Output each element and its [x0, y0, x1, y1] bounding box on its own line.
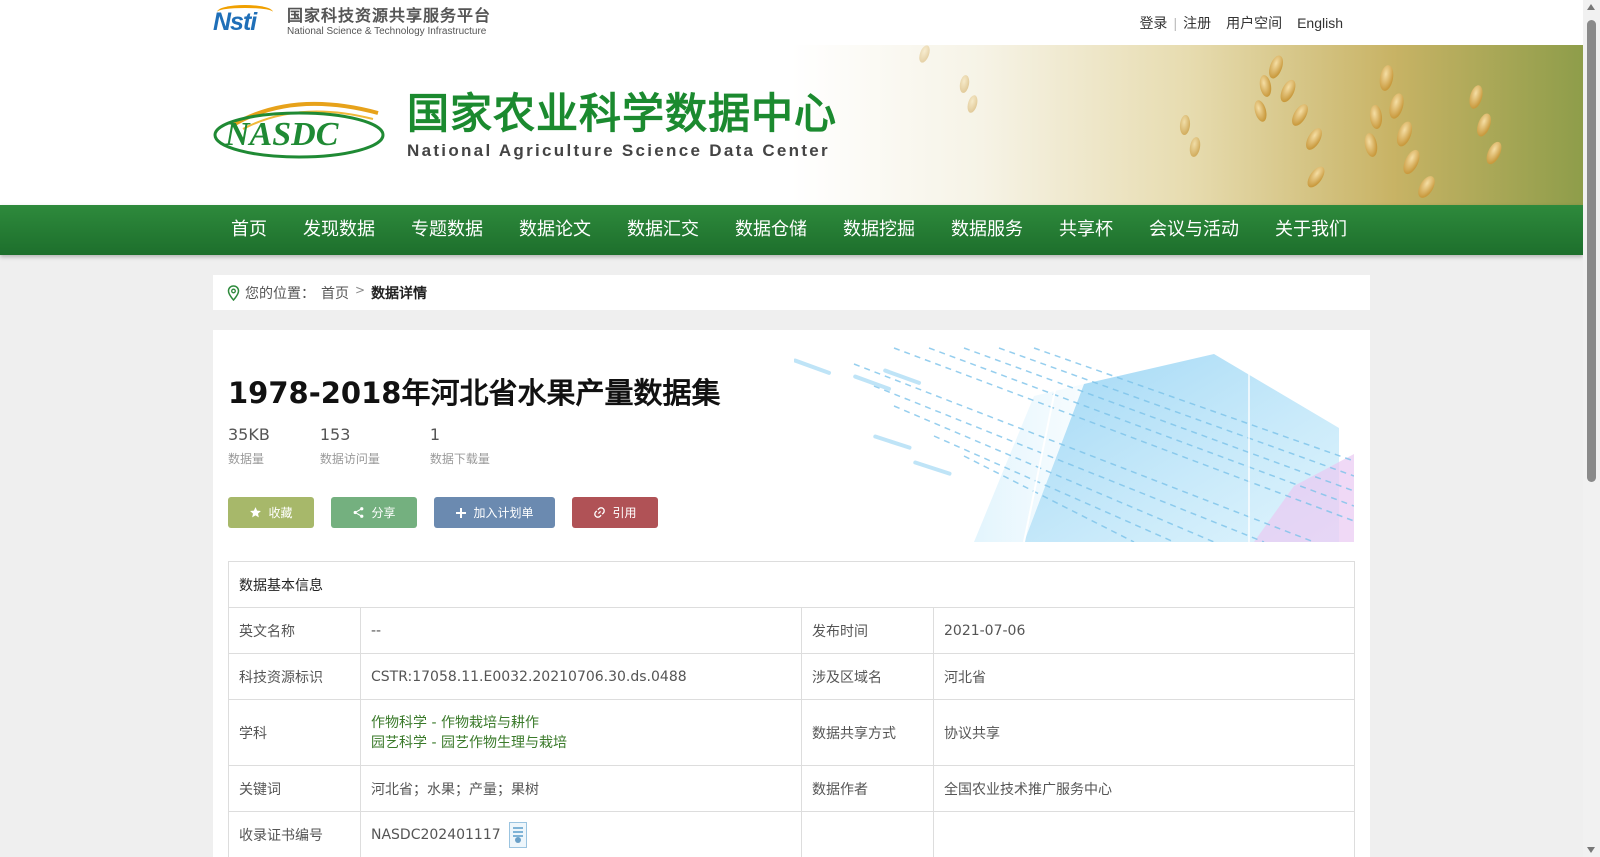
center-title-en: National Agriculture Science Data Center	[407, 141, 830, 160]
nsti-logo-mark: Nsti	[213, 5, 279, 37]
scroll-down-icon[interactable]	[1587, 847, 1595, 853]
decorative-graphic	[794, 346, 1354, 542]
table-row: 关键词 河北省；水果；产量；果树 数据作者 全国农业技术推广服务中心	[228, 765, 1355, 812]
share-button[interactable]: 分享	[331, 497, 417, 528]
add-to-plan-button[interactable]: 加入计划单	[434, 497, 555, 528]
nav-sharing-cup[interactable]: 共享杯	[1041, 205, 1131, 255]
stat-visits: 153 数据访问量	[319, 425, 380, 466]
breadcrumb-chevron-icon: >	[355, 282, 366, 297]
stat-downloads: 1 数据下载量	[429, 425, 490, 466]
user-space-link[interactable]: 用户空间	[1226, 13, 1282, 33]
basic-info-header: 数据基本信息	[228, 561, 1355, 608]
star-icon	[250, 507, 262, 518]
plus-icon	[456, 507, 467, 518]
banner: NASDC 国家农业科学数据中心 National Agriculture Sc…	[0, 45, 1583, 205]
breadcrumb-current: 数据详情	[371, 285, 428, 302]
nasdc-logo[interactable]: NASDC	[213, 95, 385, 161]
nav-data-warehouse[interactable]: 数据仓储	[717, 205, 825, 255]
nav-data-services[interactable]: 数据服务	[933, 205, 1041, 255]
svg-text:NASDC: NASDC	[224, 116, 339, 153]
table-row: 学科 作物科学 - 作物栽培与耕作 园艺科学 - 园艺作物生理与栽培 数据共享方…	[228, 699, 1355, 766]
scrollbar-thumb[interactable]	[1587, 20, 1596, 482]
stat-data-size: 35KB 数据量	[228, 425, 270, 466]
nsti-name-cn: 国家科技资源共享服务平台	[287, 6, 492, 25]
subject-link[interactable]: 作物科学 - 作物栽培与耕作	[371, 713, 791, 733]
breadcrumb-prefix: 您的位置：	[245, 285, 315, 302]
location-pin-icon	[227, 284, 240, 301]
certificate-number: NASDC202401117	[371, 826, 501, 843]
nav-data-submission[interactable]: 数据汇交	[609, 205, 717, 255]
basic-info-table: 数据基本信息 英文名称 -- 发布时间 2021-07-06 科技资源标识 CS…	[228, 561, 1355, 857]
dataset-panel: 1978-2018年河北省水果产量数据集 35KB 数据量 153 数据访问量 …	[213, 330, 1370, 857]
top-links: 登录 | 注册 用户空间 English	[1139, 13, 1343, 33]
table-row: 英文名称 -- 发布时间 2021-07-06	[228, 607, 1355, 654]
nav-topic-data[interactable]: 专题数据	[393, 205, 501, 255]
nav-data-mining[interactable]: 数据挖掘	[825, 205, 933, 255]
top-bar: Nsti 国家科技资源共享服务平台 National Science & Tec…	[0, 0, 1583, 45]
certificate-icon[interactable]	[508, 821, 527, 848]
share-icon	[354, 507, 364, 518]
table-row: 科技资源标识 CSTR:17058.11.E0032.20210706.30.d…	[228, 653, 1355, 700]
breadcrumb: 您的位置： 首页 > 数据详情	[213, 275, 1370, 310]
table-row: 收录证书编号 NASDC202401117	[228, 811, 1355, 857]
cite-button[interactable]: 引用	[572, 497, 658, 528]
subject-link[interactable]: 园艺科学 - 园艺作物生理与栽培	[371, 733, 791, 753]
nav-about-us[interactable]: 关于我们	[1257, 205, 1365, 255]
register-link[interactable]: 注册	[1183, 13, 1211, 33]
action-buttons: 收藏 分享 加入计划单 引用	[228, 497, 675, 528]
main-nav: 首页 发现数据 专题数据 数据论文 数据汇交 数据仓储 数据挖掘 数据服务 共享…	[0, 205, 1583, 255]
nav-discover-data[interactable]: 发现数据	[285, 205, 393, 255]
breadcrumb-home[interactable]: 首页	[321, 283, 349, 303]
nav-home[interactable]: 首页	[213, 205, 285, 255]
english-link[interactable]: English	[1297, 15, 1343, 31]
scroll-up-icon[interactable]	[1587, 4, 1595, 10]
favorite-button[interactable]: 收藏	[228, 497, 314, 528]
dataset-title: 1978-2018年河北省水果产量数据集	[228, 376, 721, 410]
nsti-name-en: National Science & Technology Infrastruc…	[287, 26, 487, 37]
center-title-cn: 国家农业科学数据中心	[407, 89, 838, 138]
link-icon	[594, 507, 606, 518]
nav-meetings[interactable]: 会议与活动	[1131, 205, 1257, 255]
nav-data-papers[interactable]: 数据论文	[501, 205, 609, 255]
nsti-logo[interactable]: Nsti 国家科技资源共享服务平台 National Science & Tec…	[213, 5, 492, 37]
login-link[interactable]: 登录	[1139, 13, 1167, 33]
page-scrollbar[interactable]	[1583, 0, 1600, 857]
link-divider: |	[1173, 15, 1178, 31]
dataset-stats: 35KB 数据量 153 数据访问量 1 数据下载量	[228, 425, 540, 467]
